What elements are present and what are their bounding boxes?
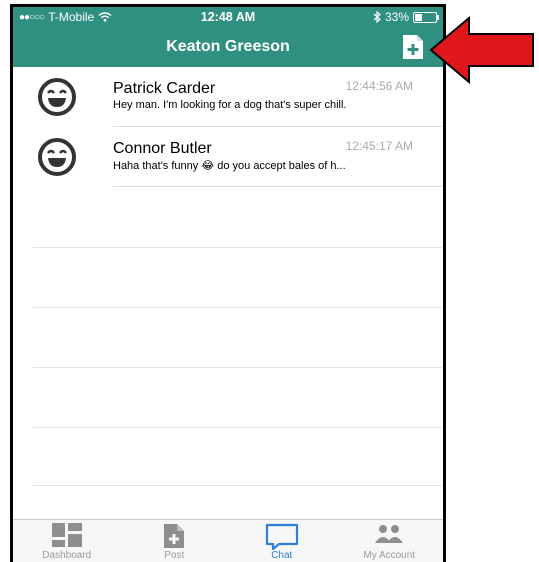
page-title: Keaton Greeson bbox=[166, 38, 290, 55]
smiley-avatar-icon bbox=[38, 138, 76, 176]
empty-row-divider bbox=[33, 367, 443, 368]
conversation-row[interactable]: Connor Butler 12:45:17 AM Haha that's fu… bbox=[13, 127, 443, 187]
empty-row-divider bbox=[33, 307, 443, 308]
smiley-avatar-icon bbox=[38, 78, 76, 116]
tab-label: Dashboard bbox=[42, 550, 92, 561]
phone-screen: ●●○○○ T-Mobile 12:48 AM 33% Keaton Grees… bbox=[10, 4, 446, 562]
conversation-row[interactable]: Patrick Carder 12:44:56 AM Hey man. I'm … bbox=[13, 67, 443, 127]
new-chat-button[interactable] bbox=[401, 34, 425, 60]
bluetooth-icon bbox=[373, 11, 381, 23]
message-time: 12:45:17 AM bbox=[345, 139, 413, 153]
red-arrow-annotation bbox=[429, 15, 534, 85]
post-icon bbox=[164, 524, 185, 548]
dashboard-icon bbox=[51, 523, 82, 547]
nav-bar: Keaton Greeson bbox=[13, 27, 443, 67]
empty-row-divider bbox=[33, 427, 443, 428]
chat-icon bbox=[265, 523, 298, 551]
status-bar: ●●○○○ T-Mobile 12:48 AM 33% bbox=[13, 7, 443, 27]
tab-post[interactable]: Post bbox=[121, 520, 229, 562]
message-preview: Hey man. I'm looking for a dog that's su… bbox=[113, 99, 347, 111]
tab-my-account[interactable]: My Account bbox=[336, 520, 444, 562]
empty-row-divider bbox=[33, 247, 443, 248]
tab-label: Chat bbox=[271, 550, 293, 561]
row-divider bbox=[113, 186, 443, 187]
conversation-list: Patrick Carder 12:44:56 AM Hey man. I'm … bbox=[13, 67, 443, 187]
contact-name: Patrick Carder bbox=[113, 80, 216, 97]
empty-row-divider bbox=[33, 485, 443, 486]
tab-label: Post bbox=[164, 550, 185, 561]
message-time: 12:44:56 AM bbox=[345, 79, 413, 93]
tab-bar: Dashboard Post Chat My Account bbox=[13, 519, 443, 562]
new-document-icon bbox=[403, 35, 423, 59]
tab-label: My Account bbox=[363, 550, 416, 561]
battery-percent: 33% bbox=[384, 10, 409, 24]
tab-dashboard[interactable]: Dashboard bbox=[13, 520, 121, 562]
contact-name: Connor Butler bbox=[113, 140, 212, 157]
account-icon bbox=[375, 525, 404, 543]
tab-chat[interactable]: Chat bbox=[228, 520, 336, 562]
message-preview: Haha that's funny 😂 do you accept bales … bbox=[113, 160, 346, 172]
